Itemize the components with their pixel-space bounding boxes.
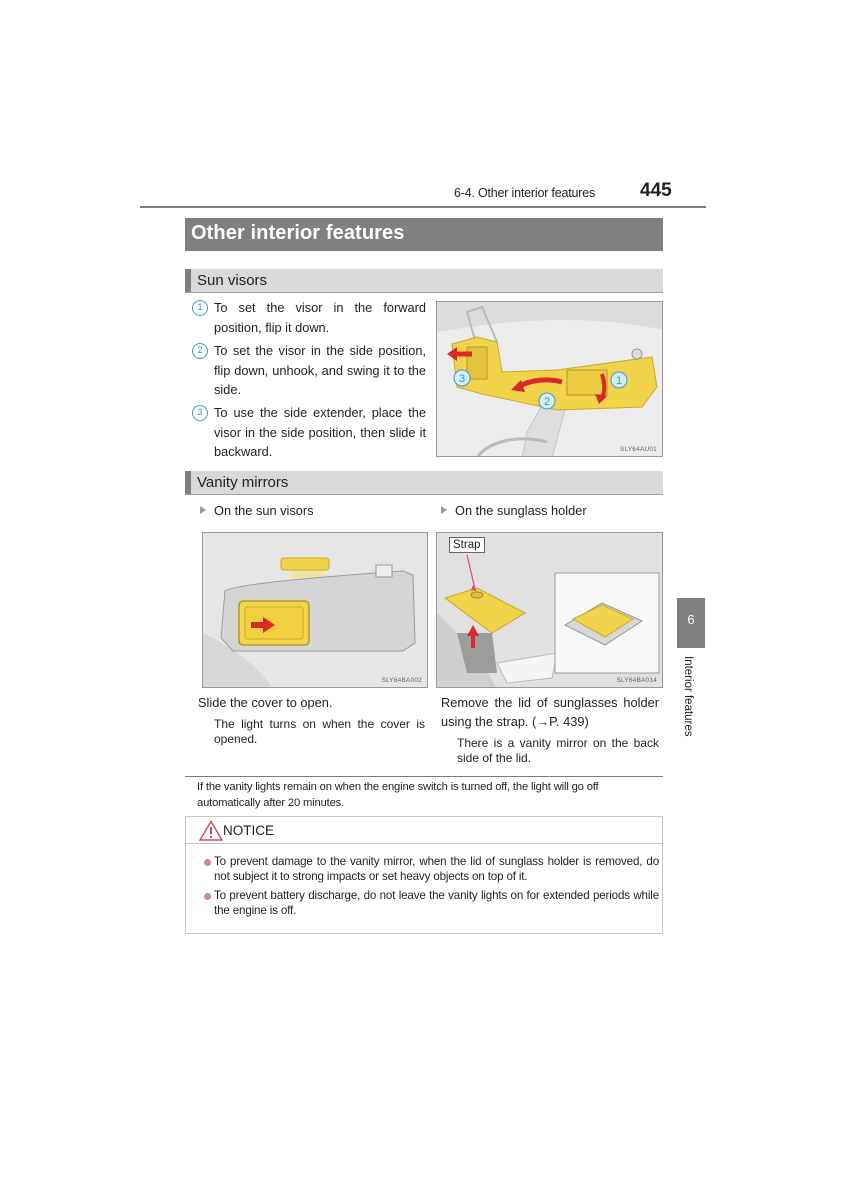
sun-visor-mirror-illustration: SLY64BA002	[202, 532, 428, 688]
step-text: To set the visor in the side position, f…	[214, 343, 426, 397]
notice-header: NOTICE	[186, 817, 662, 844]
section-title: Vanity mirrors	[197, 474, 289, 491]
sunglass-holder-drawing	[437, 533, 662, 687]
notice-item-text: To prevent damage to the vanity mirror, …	[214, 855, 659, 883]
subheading-sunglass-holder: On the sunglass holder	[441, 503, 587, 518]
triangle-bullet-icon	[441, 506, 447, 514]
triangle-bullet-icon	[200, 506, 206, 514]
callout-2: 2	[544, 396, 550, 408]
header-divider	[140, 206, 706, 208]
subheading-label: On the sunglass holder	[455, 503, 587, 518]
step-3: 3 To use the side extender, place the vi…	[192, 403, 426, 462]
bullet-icon	[204, 893, 211, 900]
step-number-2-icon: 2	[192, 343, 208, 359]
step-number-3-icon: 3	[192, 405, 208, 421]
strap-label: Strap	[449, 537, 485, 553]
callout-3: 3	[459, 373, 465, 385]
notice-title: NOTICE	[223, 823, 275, 838]
figure-code: SLY64BA014	[616, 677, 657, 684]
chapter-number: 6	[687, 612, 695, 627]
running-header-section: 6-4. Other interior features	[454, 186, 595, 200]
chapter-label: Interior features	[682, 656, 694, 737]
sun-visor-illustration: 1 2 3 SLY64AU01	[436, 301, 663, 457]
figure-code: SLY64BA002	[381, 677, 422, 684]
notice-item: To prevent damage to the vanity mirror, …	[204, 855, 659, 884]
step-2: 2 To set the visor in the side position,…	[192, 341, 426, 400]
chapter-tab[interactable]: 6	[677, 598, 705, 648]
step-number-1-icon: 1	[192, 300, 208, 316]
step-text: To use the side extender, place the viso…	[214, 405, 426, 459]
page-title-bar: Other interior features	[185, 218, 663, 251]
warning-triangle-icon	[199, 820, 223, 841]
notice-item: To prevent battery discharge, do not lea…	[204, 889, 659, 918]
note-divider	[185, 776, 663, 777]
notice-box: NOTICE To prevent damage to the vanity m…	[185, 816, 663, 934]
left-instruction: Slide the cover to open.	[198, 695, 333, 710]
page-title: Other interior features	[191, 222, 405, 244]
section-heading-sun-visors: Sun visors	[185, 269, 663, 293]
step-1: 1 To set the visor in the forward positi…	[192, 298, 426, 337]
subheading-sun-visors: On the sun visors	[200, 503, 314, 518]
section-heading-vanity-mirrors: Vanity mirrors	[185, 471, 663, 495]
section-title: Sun visors	[197, 272, 268, 289]
sun-visor-drawing: 1 2 3	[437, 302, 662, 456]
page-number: 445	[640, 180, 672, 201]
callout-1: 1	[616, 375, 622, 387]
notice-item-text: To prevent battery discharge, do not lea…	[214, 889, 659, 917]
sunglass-holder-mirror-illustration: Strap SLY64BA014	[436, 532, 663, 688]
step-text: To set the visor in the forward position…	[214, 300, 426, 335]
figure-code: SLY64AU01	[619, 446, 657, 453]
bullet-icon	[204, 859, 211, 866]
info-note: If the vanity lights remain on when the …	[197, 781, 599, 809]
right-note: There is a vanity mirror on the back sid…	[457, 736, 659, 765]
subheading-label: On the sun visors	[214, 503, 314, 518]
sun-visor-mirror-drawing	[203, 533, 427, 687]
right-instruction: Remove the lid of sunglasses holder usin…	[441, 695, 659, 729]
left-note: The light turns on when the cover is ope…	[214, 717, 425, 746]
chapter-label-container: Interior features	[678, 656, 704, 756]
